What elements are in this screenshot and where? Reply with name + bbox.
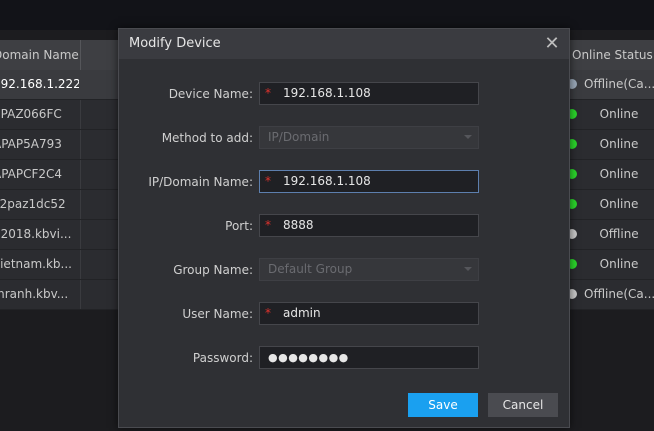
close-icon[interactable]: ✕: [543, 35, 561, 53]
row-domain: 5PAZ066FC: [0, 107, 62, 121]
row-domain: APAP5A793: [0, 137, 62, 151]
row-divider: [80, 160, 81, 189]
row-status: Offline(Ca...: [584, 287, 654, 301]
port-input[interactable]: * 8888: [259, 214, 479, 237]
user-name-label: User Name:: [182, 307, 253, 321]
port-label: Port:: [225, 219, 253, 233]
ip-domain-row: IP/Domain Name: * 192.168.1.108: [119, 170, 569, 194]
row-status: Online: [599, 197, 639, 211]
method-value: IP/Domain: [268, 130, 330, 144]
row-domain: d2018.kbvi...: [0, 227, 72, 241]
dialog-header: Modify Device ✕: [119, 29, 569, 59]
row-domain: APAPCF2C4: [0, 167, 63, 181]
user-name-value: admin: [283, 306, 321, 320]
row-divider: [80, 280, 81, 309]
row-domain: vietnam.kb...: [0, 257, 72, 271]
row-status: Offline(Ca...: [584, 77, 654, 91]
method-row: Method to add: IP/Domain: [119, 126, 569, 150]
row-status: Offline: [599, 227, 639, 241]
row-status: Online: [599, 137, 639, 151]
row-domain: 192.168.1.222: [0, 77, 79, 91]
ip-domain-input[interactable]: * 192.168.1.108: [259, 170, 479, 193]
method-label: Method to add:: [161, 131, 253, 145]
column-header-domain-name[interactable]: Domain Name: [0, 40, 80, 70]
group-row: Group Name: Default Group: [119, 258, 569, 282]
password-row: Password: ●●●●●●●●: [119, 346, 569, 370]
device-name-input[interactable]: * 192.168.1.108: [259, 82, 479, 105]
row-status: Online: [599, 167, 639, 181]
required-marker: *: [265, 218, 271, 232]
row-status: Online: [599, 107, 639, 121]
column-header-online-status[interactable]: Online Status: [572, 40, 653, 70]
required-marker: *: [265, 174, 271, 188]
modify-device-dialog: Modify Device ✕ Device Name: * 192.168.1…: [118, 28, 570, 428]
user-name-input[interactable]: * admin: [259, 302, 479, 325]
row-divider: [80, 100, 81, 129]
column-divider: [80, 40, 81, 70]
cancel-button[interactable]: Cancel: [488, 393, 558, 417]
group-value: Default Group: [268, 262, 353, 276]
ip-domain-value: 192.168.1.108: [283, 174, 371, 188]
port-row: Port: * 8888: [119, 214, 569, 238]
port-value: 8888: [283, 218, 314, 232]
row-status: Online: [599, 257, 639, 271]
device-name-value: 192.168.1.108: [283, 86, 371, 100]
user-name-row: User Name: * admin: [119, 302, 569, 326]
row-divider: [80, 220, 81, 249]
chevron-down-icon: [464, 135, 472, 139]
required-marker: *: [265, 306, 271, 320]
row-divider: [80, 130, 81, 159]
device-name-label: Device Name:: [168, 87, 253, 101]
group-select: Default Group: [259, 258, 479, 281]
password-value: ●●●●●●●●: [268, 351, 349, 364]
row-domain: mranh.kbv...: [0, 287, 69, 301]
row-divider: [80, 250, 81, 279]
required-marker: *: [265, 86, 271, 100]
password-label: Password:: [192, 351, 253, 365]
method-select: IP/Domain: [259, 126, 479, 149]
device-name-row: Device Name: * 192.168.1.108: [119, 82, 569, 106]
row-domain: c2paz1dc52: [0, 197, 66, 211]
dialog-title: Modify Device: [129, 36, 221, 51]
save-button[interactable]: Save: [408, 393, 478, 417]
top-bar: [0, 0, 654, 30]
app-window: Domain Name Online Status 192.168.1.222 …: [0, 0, 654, 431]
chevron-down-icon: [464, 267, 472, 271]
group-label: Group Name:: [173, 263, 253, 277]
ip-domain-label: IP/Domain Name:: [148, 175, 253, 189]
row-divider: [80, 190, 81, 219]
password-input[interactable]: ●●●●●●●●: [259, 346, 479, 369]
row-divider: [80, 70, 81, 99]
